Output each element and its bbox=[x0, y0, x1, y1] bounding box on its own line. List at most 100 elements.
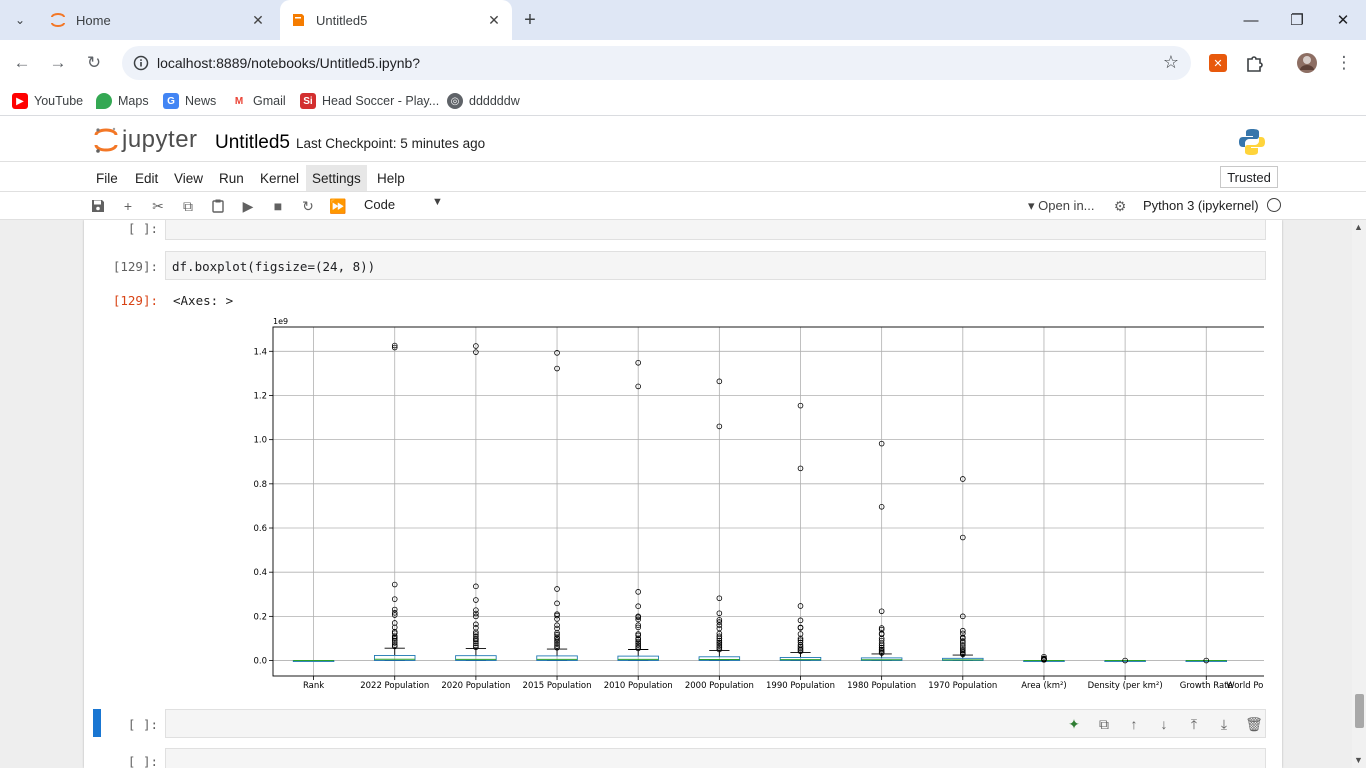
bookmark-ddddddw[interactable]: ◎ ddddddw bbox=[447, 91, 520, 111]
extension-icon[interactable]: ✕ bbox=[1207, 52, 1229, 74]
news-icon: G bbox=[163, 93, 179, 109]
notebook-title[interactable]: Untitled5 bbox=[215, 132, 290, 154]
code-editor[interactable] bbox=[165, 748, 1266, 768]
menu-file[interactable]: File bbox=[90, 165, 124, 191]
jupyter-logo-icon bbox=[94, 127, 118, 153]
bookmark-maps[interactable]: Maps bbox=[96, 91, 149, 111]
insert-below-icon[interactable]: ⤓ bbox=[1209, 715, 1239, 733]
last-checkpoint: Last Checkpoint: 5 minutes ago bbox=[296, 136, 486, 151]
run-icon[interactable]: ▶ bbox=[238, 196, 258, 216]
profile-avatar[interactable] bbox=[1296, 52, 1318, 74]
save-icon[interactable] bbox=[88, 196, 108, 216]
notebook-page: [ ]: [129]: df.boxplot(figsize=(24, 8)) … bbox=[84, 220, 1282, 768]
delete-icon[interactable]: 🗑 bbox=[1239, 715, 1269, 733]
open-in-button[interactable]: ▾ Open in... bbox=[1028, 198, 1095, 214]
x-tick-label: 1980 Population bbox=[847, 681, 916, 691]
menu-edit[interactable]: Edit bbox=[129, 165, 164, 191]
y-offset-label: 1e9 bbox=[273, 318, 288, 326]
address-bar[interactable]: localhost:8889/notebooks/Untitled5.ipynb… bbox=[122, 46, 1191, 80]
minimize-button[interactable]: — bbox=[1228, 0, 1274, 40]
paste-icon[interactable] bbox=[208, 196, 228, 216]
bookmark-news[interactable]: G News bbox=[163, 91, 216, 111]
notebook-icon bbox=[293, 14, 304, 26]
notebook-scrollbar[interactable]: ▲ ▼ bbox=[1352, 220, 1366, 768]
chevron-down-icon[interactable]: ▼ bbox=[432, 196, 443, 208]
menu-settings[interactable]: Settings bbox=[306, 165, 367, 191]
forward-button[interactable]: → bbox=[43, 48, 73, 78]
restart-icon[interactable]: ↻ bbox=[298, 196, 318, 216]
si-icon: Si bbox=[300, 93, 316, 109]
move-down-icon[interactable]: ↓ bbox=[1149, 715, 1179, 733]
fast-forward-icon[interactable]: ⏩ bbox=[328, 196, 348, 216]
y-tick-label: 1.4 bbox=[253, 347, 267, 357]
menu-kernel[interactable]: Kernel bbox=[254, 165, 305, 191]
menu-run[interactable]: Run bbox=[213, 165, 250, 191]
axes-frame bbox=[272, 326, 1264, 677]
open-in-label: Open in... bbox=[1038, 198, 1095, 213]
maps-icon bbox=[96, 93, 112, 109]
browser-menu-icon[interactable]: ⋮ bbox=[1329, 48, 1359, 78]
bookmark-label: ddddddw bbox=[469, 94, 520, 108]
jupyter-header: jupyter Untitled5 Last Checkpoint: 5 min… bbox=[0, 120, 1366, 162]
notebook-area: [ ]: [129]: df.boxplot(figsize=(24, 8)) … bbox=[0, 220, 1352, 768]
copy-icon[interactable]: ⧉ bbox=[178, 196, 198, 216]
kernel-status-icon bbox=[1267, 198, 1281, 212]
bookmark-head-soccer[interactable]: Si Head Soccer - Play... bbox=[300, 91, 439, 111]
bookmark-label: Head Soccer - Play... bbox=[322, 94, 440, 108]
bookmark-label: YouTube bbox=[34, 94, 84, 108]
code-editor[interactable] bbox=[165, 220, 1266, 240]
scroll-up-arrow[interactable]: ▲ bbox=[1354, 222, 1363, 232]
y-tick-label: 1.0 bbox=[253, 436, 267, 446]
x-tick-label: Growth Rate bbox=[1180, 681, 1233, 691]
x-tick-label: Density (per km²) bbox=[1088, 681, 1163, 691]
x-tick-label: 2015 Population bbox=[523, 681, 592, 691]
reload-button[interactable]: ↻ bbox=[79, 48, 109, 78]
puzzle-icon[interactable] bbox=[1244, 52, 1266, 74]
stop-icon[interactable]: ■ bbox=[268, 196, 288, 216]
cut-icon[interactable]: ✂ bbox=[148, 196, 168, 216]
scroll-thumb[interactable] bbox=[1355, 694, 1364, 728]
close-icon[interactable]: ✕ bbox=[484, 10, 504, 30]
insert-above-icon[interactable]: ⤒ bbox=[1179, 715, 1209, 733]
y-tick-label: 0.4 bbox=[253, 568, 267, 578]
trusted-badge[interactable]: Trusted bbox=[1220, 166, 1278, 188]
window-close-button[interactable]: ✕ bbox=[1320, 0, 1366, 40]
y-tick-label: 1.2 bbox=[253, 391, 267, 401]
url-text: localhost:8889/notebooks/Untitled5.ipynb… bbox=[157, 55, 421, 71]
bookmarks-bar: ▶ YouTube Maps G News M Gmail Si Head Soccer… bbox=[0, 86, 1366, 116]
browser-tab-strip: ⌄ Home ✕ Untitled5 ✕ + — ❐ ✕ bbox=[0, 0, 1366, 40]
duplicate-icon[interactable]: ⧉ bbox=[1089, 715, 1119, 733]
move-up-icon[interactable]: ↑ bbox=[1119, 715, 1149, 733]
bookmark-youtube[interactable]: ▶ YouTube bbox=[12, 91, 83, 111]
back-button[interactable]: ← bbox=[7, 48, 37, 78]
jupyter-logo-text: jupyter bbox=[122, 126, 198, 153]
tab-untitled5[interactable]: Untitled5 ✕ bbox=[280, 0, 512, 40]
x-tick-label: 1970 Population bbox=[928, 681, 997, 691]
bookmark-label: Gmail bbox=[253, 94, 286, 108]
browser-toolbar: ← → ↻ localhost:8889/notebooks/Untitled5… bbox=[0, 40, 1366, 86]
add-cell-icon[interactable]: + bbox=[118, 196, 138, 216]
cell-prompt: [ ]: bbox=[127, 221, 158, 236]
output-text: <Axes: > bbox=[173, 293, 234, 308]
gear-icon[interactable]: ⚙ bbox=[1110, 196, 1130, 216]
new-tab-button[interactable]: + bbox=[518, 8, 542, 32]
bookmark-star-icon[interactable]: ☆ bbox=[1163, 52, 1179, 73]
x-tick-label: 2020 Population bbox=[441, 681, 510, 691]
tab-home[interactable]: Home ✕ bbox=[40, 0, 276, 40]
menu-help[interactable]: Help bbox=[371, 165, 411, 191]
sparkle-icon[interactable]: ✦ bbox=[1059, 715, 1089, 733]
bookmark-label: News bbox=[185, 94, 217, 108]
bookmark-label: Maps bbox=[118, 94, 149, 108]
close-icon[interactable]: ✕ bbox=[248, 10, 268, 30]
cell-type-select[interactable]: Code bbox=[364, 197, 395, 212]
code-text: df.boxplot(figsize=(24, 8)) bbox=[172, 259, 376, 274]
site-info-icon[interactable] bbox=[130, 52, 152, 74]
menu-view[interactable]: View bbox=[168, 165, 209, 191]
kernel-name[interactable]: Python 3 (ipykernel) bbox=[1143, 198, 1259, 213]
bookmark-gmail[interactable]: M Gmail bbox=[231, 91, 286, 111]
jupyter-logo[interactable]: jupyter bbox=[94, 126, 198, 154]
code-editor[interactable]: df.boxplot(figsize=(24, 8)) bbox=[165, 251, 1266, 280]
scroll-down-arrow[interactable]: ▼ bbox=[1354, 755, 1363, 765]
tab-search-button[interactable]: ⌄ bbox=[8, 8, 32, 32]
restore-button[interactable]: ❐ bbox=[1274, 0, 1320, 40]
